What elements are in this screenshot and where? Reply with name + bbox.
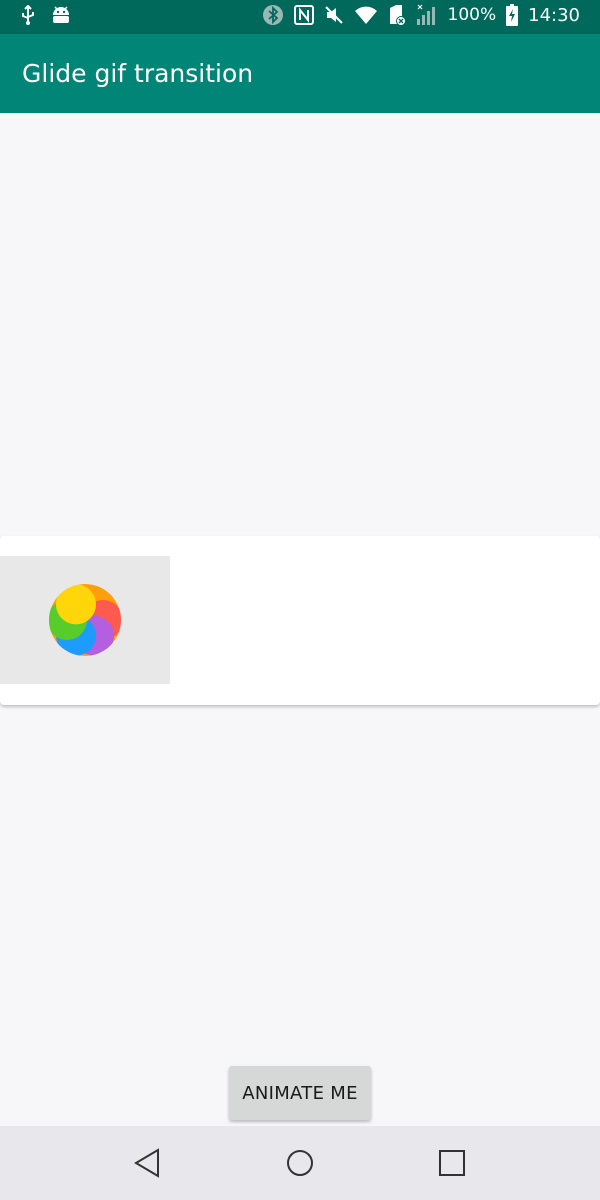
mute-icon [324, 5, 344, 25]
nfc-icon [293, 5, 314, 25]
battery-percent: 100% [447, 5, 497, 25]
bluetooth-icon [262, 4, 284, 26]
recents-button[interactable] [435, 1146, 469, 1180]
status-left-icons [20, 5, 72, 25]
home-button[interactable] [283, 1146, 317, 1180]
recents-icon [439, 1150, 465, 1176]
status-right-icons: 100% 14:30 [262, 4, 580, 26]
status-clock: 14:30 [528, 4, 580, 26]
gif-image-container [0, 556, 170, 684]
pinwheel-gif [49, 584, 121, 656]
app-title: Glide gif transition [22, 59, 254, 88]
sim-icon [388, 4, 406, 26]
wifi-icon [354, 5, 378, 25]
app-bar: Glide gif transition [0, 34, 600, 113]
image-card [0, 536, 600, 705]
back-button[interactable] [130, 1146, 164, 1180]
home-icon [287, 1150, 313, 1176]
navigation-bar [0, 1126, 600, 1200]
battery-icon [506, 4, 519, 26]
back-icon [134, 1148, 159, 1178]
usb-icon [20, 5, 36, 25]
signal-icon [416, 4, 438, 26]
status-bar: 100% 14:30 [0, 0, 600, 34]
pinwheel-petal [56, 584, 96, 625]
animate-me-button[interactable]: ANIMATE ME [229, 1066, 371, 1120]
android-debug-icon [50, 5, 72, 25]
